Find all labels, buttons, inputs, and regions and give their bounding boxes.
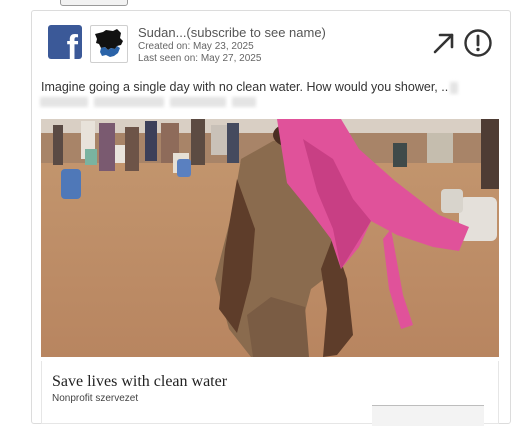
top-tab-stub [60, 0, 128, 6]
created-date: Created on: May 23, 2025 [138, 41, 254, 52]
facebook-icon: f [48, 25, 82, 59]
blurred-text-line [40, 97, 88, 107]
blurred-text-fragment [450, 82, 458, 94]
blurred-text-line [170, 97, 226, 107]
blurred-text-line [232, 97, 256, 107]
blurred-text-line [94, 97, 164, 107]
external-link-arrow-icon[interactable] [431, 30, 457, 56]
facebook-letter: f [66, 29, 78, 59]
ad-card: f Sudan...(subscribe to see name) Create… [31, 10, 511, 426]
ad-category: Nonprofit szervezet [52, 393, 139, 404]
ad-body-text: Imagine going a single day with no clean… [41, 80, 449, 94]
ad-image[interactable] [41, 119, 499, 357]
ad-headline[interactable]: Save lives with clean water [52, 373, 227, 391]
child-with-pink-scarf-photo [41, 119, 499, 357]
page-avatar [90, 25, 128, 63]
last-seen-date: Last seen on: May 27, 2025 [138, 53, 262, 64]
exclamation-circle-icon[interactable] [463, 28, 493, 58]
sudan-map-icon [95, 29, 123, 57]
ad-caption[interactable]: Save lives with clean water Nonprofit sz… [41, 361, 499, 426]
page-name[interactable]: Sudan...(subscribe to see name) [138, 25, 326, 40]
cta-button-stub[interactable] [372, 405, 484, 426]
